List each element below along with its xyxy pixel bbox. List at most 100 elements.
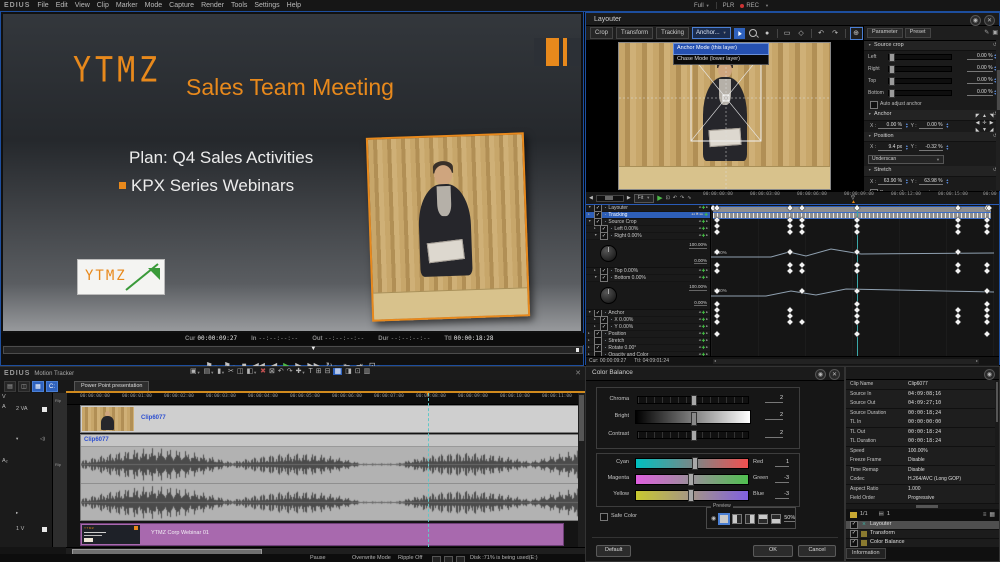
table-row[interactable]: TL Out 00:00:18:24: [846, 427, 999, 437]
status-icon-2[interactable]: [444, 556, 453, 562]
timeline-playhead-line[interactable]: [428, 393, 429, 547]
ripple-delete-icon[interactable]: ⊠: [269, 368, 275, 375]
crop-right-value[interactable]: 0.00 %: [966, 66, 993, 72]
undo-icon[interactable]: ↶: [816, 28, 827, 39]
underscan-dropdown[interactable]: Underscan ▼: [868, 155, 944, 164]
chroma-slider[interactable]: [637, 395, 749, 406]
undo-icon[interactable]: ↶: [278, 368, 284, 375]
position-direction-pad[interactable]: ◤ ▲ ◥ ◀ ✛ ▶ ◣ ▼ ◢: [974, 114, 995, 135]
panel-icon-2[interactable]: ◫: [18, 381, 30, 392]
panel-icon-4[interactable]: C:: [46, 381, 58, 392]
chroma-value[interactable]: 2: [765, 395, 783, 403]
info-vscrollbar[interactable]: [995, 380, 999, 503]
open-icon[interactable]: ▤ ▼: [204, 368, 215, 375]
tree-row-tracking[interactable]: ▸ ✓ ◔ Tracking ◂◂ ✖ ▸▸ ✚: [586, 211, 710, 219]
dial-knob[interactable]: [600, 287, 617, 304]
auto-adjust-checkbox[interactable]: [870, 100, 878, 109]
tree-row-position[interactable]: ▸ ✓ ◔ Position ◂ ✚ ▸: [586, 330, 710, 338]
menu-tools[interactable]: Tools: [231, 2, 247, 9]
kf-curve-icon[interactable]: ∿: [687, 195, 691, 201]
table-row[interactable]: Codec H.264/AVC (Long GOP): [846, 475, 999, 484]
preview-mode-full[interactable]: [719, 514, 730, 524]
anchor-mode-dropdown[interactable]: Anchor... ▼: [691, 27, 731, 39]
yellow-blue-slider[interactable]: [635, 489, 749, 502]
crop-bottom-slider[interactable]: [888, 89, 952, 98]
track-header-2va[interactable]: 2 VA: [16, 406, 28, 413]
stepper-icon[interactable]: ▲▼: [905, 179, 908, 185]
redo-icon[interactable]: ↷: [287, 368, 293, 375]
select-tool-icon[interactable]: ▲: [733, 27, 745, 39]
table-row[interactable]: Speed 100.00%: [846, 446, 999, 456]
preview-mode-right[interactable]: [745, 514, 756, 524]
tab-preset[interactable]: Preset: [904, 28, 931, 38]
menu-capture[interactable]: Capture: [169, 2, 194, 9]
track-v-toggle[interactable]: V: [2, 394, 6, 401]
track-patch-box[interactable]: [42, 527, 47, 532]
tab-tracking[interactable]: Tracking: [656, 27, 689, 39]
bright-value[interactable]: 2: [765, 412, 783, 420]
status-icon-1[interactable]: [432, 556, 441, 562]
layout-preset-dropdown[interactable]: Full ▼: [694, 3, 710, 9]
layouter-titlebar[interactable]: Layouter ◉ ✕: [586, 13, 999, 26]
kf-zoom-slider[interactable]: [595, 194, 624, 202]
pan-tool-icon[interactable]: ●: [762, 28, 773, 39]
ripple-mode[interactable]: Ripple Off: [398, 555, 422, 562]
preview-mode-top[interactable]: [758, 514, 769, 524]
table-row[interactable]: Source Out 04:09:27;10: [846, 399, 999, 408]
crop-right-slider[interactable]: [888, 65, 952, 74]
mixer-icon[interactable]: ⊟: [325, 368, 331, 375]
close-icon[interactable]: ✕: [984, 15, 995, 26]
panel-options-icon[interactable]: ◉: [815, 369, 826, 380]
menu-item-anchor-mode[interactable]: Anchor Mode (this layer): [673, 43, 769, 55]
rec-mode-button[interactable]: REC: [740, 3, 759, 9]
tree-row-anchor-y[interactable]: ▸ ✓ ◔ Y 0.00% ◂ ✚ ▸: [586, 323, 710, 331]
track-expand-icon[interactable]: ▾: [16, 436, 18, 442]
menu-item-chase-mode[interactable]: Chase Mode (lower layer): [673, 54, 769, 65]
tab-transform[interactable]: Transform: [616, 27, 654, 39]
export-icon[interactable]: ▥: [364, 368, 371, 375]
scroll-right-icon[interactable]: ▶: [627, 195, 631, 201]
blue-value[interactable]: -3: [775, 491, 789, 499]
stepper-icon[interactable]: ▲▼: [946, 144, 949, 151]
plr-mode-button[interactable]: PLR: [723, 3, 735, 9]
position-y-value[interactable]: -0.32 %: [918, 144, 943, 151]
kf-play-button[interactable]: ▶: [657, 195, 662, 202]
panel-icon-3[interactable]: ▦: [32, 381, 44, 392]
menu-file[interactable]: File: [37, 2, 48, 9]
parameter-scrollbar[interactable]: [996, 40, 1000, 190]
effect-enabled-checkbox[interactable]: ✓: [850, 529, 858, 538]
stepper-icon[interactable]: ▲▼: [946, 123, 949, 129]
menu-mode[interactable]: Mode: [145, 2, 163, 9]
information-titlebar[interactable]: ◉: [846, 367, 999, 380]
track-header-1v[interactable]: 1 V: [16, 526, 24, 533]
rect-tool-icon[interactable]: ▭: [782, 28, 793, 39]
timeline-ruler[interactable]: 00:00:00:00 00:00:01:00 00:00:02:00 00:0…: [66, 393, 585, 405]
table-row[interactable]: Source Duration 00:00:18;24: [846, 408, 999, 418]
close-icon[interactable]: ✕: [829, 369, 840, 380]
effect-enabled-checkbox[interactable]: ✓: [850, 520, 858, 529]
panel-icon-1[interactable]: ▤: [4, 381, 16, 392]
table-row[interactable]: Source In 04:09:08;16: [846, 389, 999, 399]
timeline-titlebar[interactable]: EDIUS Motion Tracker ▣ ▼ ▤ ▼ ▮ ▼ ✂ ◫ ◧ ▼ ✖ ⊠…: [0, 367, 585, 380]
delete-icon[interactable]: ▣: [992, 30, 998, 36]
crop-bottom-value[interactable]: 0.00 %: [966, 90, 993, 96]
timeline-vscrollbar[interactable]: [578, 393, 585, 547]
magenta-green-slider[interactable]: [635, 473, 749, 486]
tab-parameter[interactable]: Parameter: [867, 28, 903, 38]
add-clip-icon[interactable]: ✚ ▼: [296, 368, 306, 375]
effect-enabled-checkbox[interactable]: ✓: [850, 538, 858, 547]
tree-row-bottom[interactable]: ▼ ✓ ◔ Bottom 0.00% ◂ ✚ ▸: [586, 274, 710, 282]
effect-row-transform[interactable]: ✓ Transform: [846, 529, 999, 538]
capture-icon[interactable]: ▮ ▼: [217, 368, 225, 375]
stretch-x-value[interactable]: 63.90 %: [878, 179, 903, 185]
redo-icon[interactable]: ↷: [830, 28, 841, 39]
table-row[interactable]: TL Duration 00:00:18:24: [846, 437, 999, 446]
bright-slider[interactable]: [635, 410, 751, 426]
crop-top-slider[interactable]: [888, 77, 952, 86]
scroll-left-icon[interactable]: ◀: [589, 195, 593, 201]
title-clip[interactable]: YTMZ YTMZ Corp Webinar 01: [80, 523, 564, 546]
panel-options-icon[interactable]: ◉: [970, 15, 981, 26]
anchor-y-value[interactable]: 0.00 %: [918, 123, 943, 129]
dial-knob[interactable]: [600, 245, 617, 262]
program-preview-canvas[interactable]: YTMZ Sales Team Meeting Plan: Q4 Sales A…: [3, 14, 581, 331]
